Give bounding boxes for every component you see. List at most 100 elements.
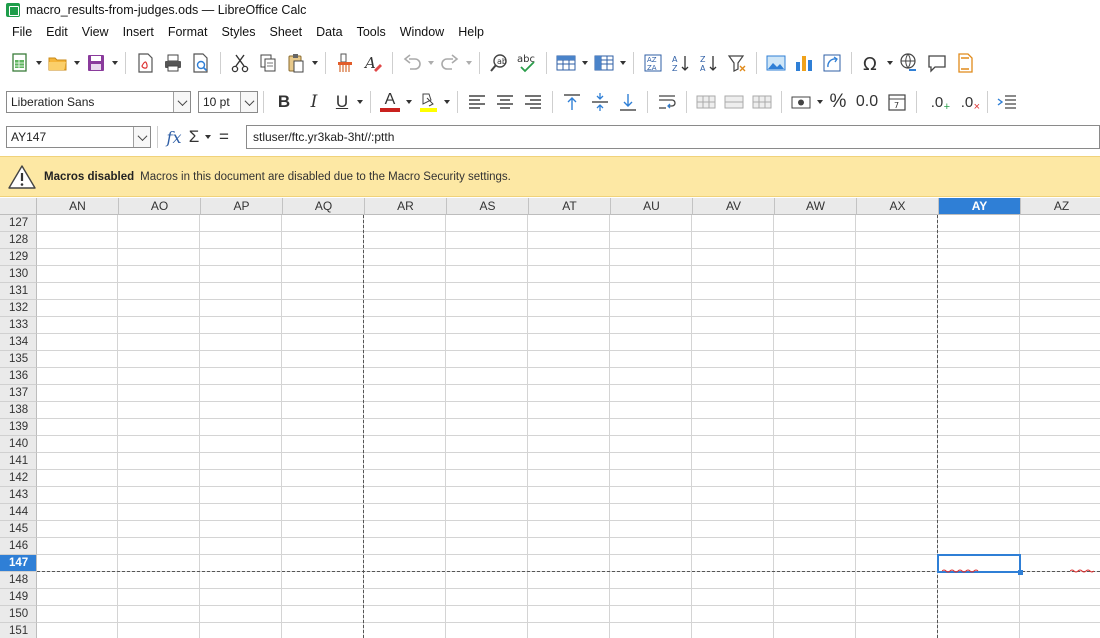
row-header[interactable]: 146 [0, 538, 37, 555]
special-character-dropdown[interactable] [885, 49, 895, 77]
export-pdf-icon[interactable] [131, 49, 159, 77]
select-all-corner[interactable] [0, 198, 37, 215]
chevron-down-icon[interactable] [240, 92, 257, 112]
merge-cells-icon[interactable] [720, 88, 748, 116]
spreadsheet-grid[interactable]: AN AO AP AQ AR AS AT AU AV AW AX AY AZ 127 128 129 130 1… [0, 198, 1100, 638]
spelling-icon[interactable]: abc [513, 49, 541, 77]
chevron-down-icon[interactable] [133, 127, 150, 147]
function-wizard-button[interactable]: fx [163, 128, 185, 147]
font-color-button[interactable]: A [376, 88, 404, 116]
increase-indent-icon[interactable] [993, 88, 1021, 116]
highlighting-color-icon[interactable] [414, 88, 442, 116]
row-header[interactable]: 140 [0, 436, 37, 453]
column-dropdown[interactable] [618, 49, 628, 77]
sum-button[interactable]: Σ [185, 127, 203, 147]
comment-icon[interactable] [923, 49, 951, 77]
paste-icon[interactable] [282, 49, 310, 77]
align-right-icon[interactable] [519, 88, 547, 116]
merge-center-icon[interactable] [692, 88, 720, 116]
hyperlink-icon[interactable] [895, 49, 923, 77]
column-header[interactable]: AO [119, 198, 201, 215]
row-header[interactable]: 137 [0, 385, 37, 402]
row-header[interactable]: 150 [0, 606, 37, 623]
row-header[interactable]: 138 [0, 402, 37, 419]
menu-data[interactable]: Data [309, 25, 349, 39]
print-icon[interactable] [159, 49, 187, 77]
insert-image-icon[interactable] [762, 49, 790, 77]
column-header[interactable]: AZ [1021, 198, 1100, 215]
chevron-down-icon[interactable] [173, 92, 190, 112]
redo-dropdown[interactable] [464, 49, 474, 77]
row-header[interactable]: 132 [0, 300, 37, 317]
undo-icon[interactable] [398, 49, 426, 77]
name-box[interactable]: AY147 [6, 126, 151, 148]
print-preview-icon[interactable] [187, 49, 215, 77]
find-replace-icon[interactable]: ab [485, 49, 513, 77]
row-header[interactable]: 130 [0, 266, 37, 283]
save-icon[interactable] [82, 49, 110, 77]
font-name-combo[interactable]: Liberation Sans [6, 91, 191, 113]
row-header[interactable]: 144 [0, 504, 37, 521]
highlighting-dropdown[interactable] [442, 88, 452, 116]
sort-ascending-icon[interactable]: AZ [667, 49, 695, 77]
column-header[interactable]: AQ [283, 198, 365, 215]
open-folder-icon[interactable] [44, 49, 72, 77]
align-center-icon[interactable] [491, 88, 519, 116]
column-header[interactable]: AW [775, 198, 857, 215]
row-header[interactable]: 131 [0, 283, 37, 300]
row-header[interactable]: 129 [0, 249, 37, 266]
menu-sheet[interactable]: Sheet [262, 25, 309, 39]
headers-footers-icon[interactable] [951, 49, 979, 77]
row-header[interactable]: 135 [0, 351, 37, 368]
special-character-icon[interactable]: Ω [857, 49, 885, 77]
insert-chart-icon[interactable] [790, 49, 818, 77]
currency-format-icon[interactable] [787, 88, 815, 116]
menu-view[interactable]: View [75, 25, 116, 39]
column-header[interactable]: AT [529, 198, 611, 215]
copy-icon[interactable] [254, 49, 282, 77]
row-dropdown[interactable] [580, 49, 590, 77]
column-header[interactable]: AY [939, 198, 1021, 215]
new-document-icon[interactable] [6, 49, 34, 77]
autofilter-icon[interactable] [723, 49, 751, 77]
row-header[interactable]: 139 [0, 419, 37, 436]
menu-insert[interactable]: Insert [116, 25, 161, 39]
undo-dropdown[interactable] [426, 49, 436, 77]
row-header[interactable]: 148 [0, 572, 37, 589]
formula-button[interactable]: = [213, 127, 235, 147]
row-header[interactable]: 143 [0, 487, 37, 504]
name-box-value[interactable]: AY147 [7, 130, 133, 144]
font-size-combo[interactable]: 10 pt [198, 91, 258, 113]
save-dropdown[interactable] [110, 49, 120, 77]
row-header[interactable]: 141 [0, 453, 37, 470]
cell-area[interactable] [37, 215, 1100, 638]
row-insert-icon[interactable] [552, 49, 580, 77]
menu-edit[interactable]: Edit [39, 25, 75, 39]
row-header[interactable]: 142 [0, 470, 37, 487]
row-header[interactable]: 145 [0, 521, 37, 538]
column-header[interactable]: AP [201, 198, 283, 215]
menu-file[interactable]: File [0, 25, 39, 39]
align-top-icon[interactable] [558, 88, 586, 116]
wrap-text-icon[interactable] [653, 88, 681, 116]
column-header[interactable]: AX [857, 198, 939, 215]
menu-help[interactable]: Help [451, 25, 491, 39]
clone-formatting-icon[interactable] [331, 49, 359, 77]
align-left-icon[interactable] [463, 88, 491, 116]
percent-button[interactable]: % [825, 88, 851, 116]
clear-formatting-icon[interactable]: A [359, 49, 387, 77]
open-dropdown[interactable] [72, 49, 82, 77]
pivot-table-icon[interactable] [818, 49, 846, 77]
add-decimal-button[interactable]: .0 + [922, 88, 952, 116]
row-header[interactable]: 136 [0, 368, 37, 385]
column-header[interactable]: AS [447, 198, 529, 215]
menu-format[interactable]: Format [161, 25, 215, 39]
center-vertically-icon[interactable] [586, 88, 614, 116]
sum-dropdown[interactable] [203, 123, 213, 151]
sort-icon[interactable]: AZ ZA [639, 49, 667, 77]
formula-input[interactable]: stluser/ftc.yr3kab-3ht//:ptth [246, 125, 1100, 149]
menu-tools[interactable]: Tools [350, 25, 393, 39]
row-header[interactable]: 127 [0, 215, 37, 232]
column-header[interactable]: AN [37, 198, 119, 215]
currency-dropdown[interactable] [815, 88, 825, 116]
